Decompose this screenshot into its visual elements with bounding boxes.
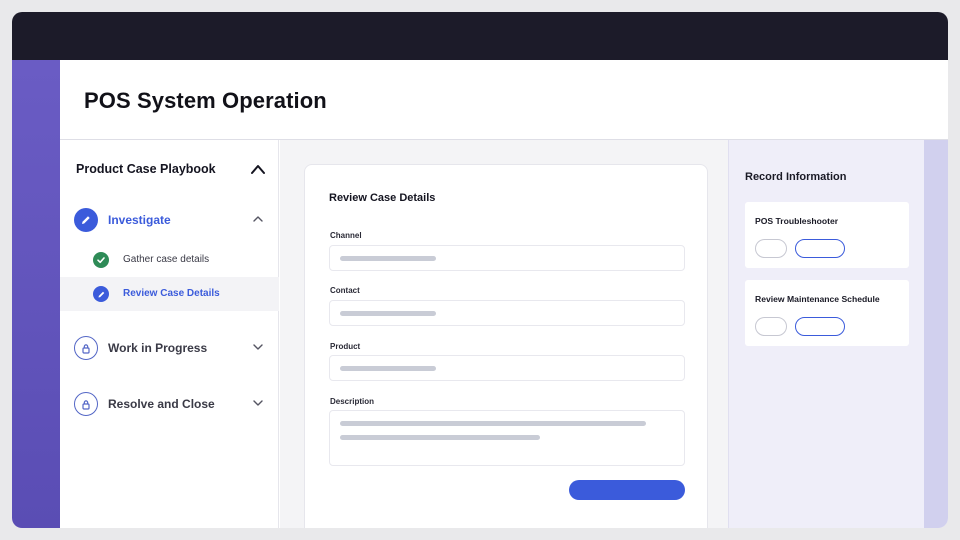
pencil-icon — [74, 208, 98, 232]
playbook-header[interactable]: Product Case Playbook — [76, 160, 266, 180]
primary-pill-button[interactable] — [795, 239, 845, 258]
placeholder-bar — [340, 311, 436, 316]
contact-field[interactable] — [329, 300, 685, 326]
chevron-down-icon[interactable] — [252, 398, 264, 408]
record-card-pos-troubleshooter: POS Troubleshooter — [745, 202, 909, 268]
form-title: Review Case Details — [329, 192, 436, 204]
step-resolve-and-close[interactable]: Resolve and Close — [74, 392, 274, 420]
step-work-in-progress[interactable]: Work in Progress — [74, 336, 274, 364]
main-content: Review Case Details Channel Contact Prod… — [280, 140, 728, 528]
review-case-form: Review Case Details Channel Contact Prod… — [304, 164, 708, 528]
submit-button[interactable] — [569, 480, 685, 500]
check-icon — [93, 252, 109, 268]
playbook-panel: Product Case Playbook Investigate Gather… — [60, 140, 279, 528]
record-card-title: Review Maintenance Schedule — [755, 294, 880, 304]
step-label: Work in Progress — [108, 341, 208, 355]
substep-gather-case-details[interactable]: Gather case details — [60, 243, 279, 277]
substep-review-case-details[interactable]: Review Case Details — [60, 277, 279, 311]
chevron-up-icon[interactable] — [252, 214, 264, 224]
page-header: POS System Operation — [60, 60, 948, 140]
record-card-title: POS Troubleshooter — [755, 216, 839, 226]
placeholder-bar — [340, 435, 540, 440]
pencil-icon — [93, 286, 109, 302]
secondary-pill-button[interactable] — [755, 317, 787, 336]
top-bar — [12, 12, 948, 60]
record-title: Record Information — [745, 171, 847, 183]
substep-label: Gather case details — [123, 254, 210, 265]
left-navigation-strip — [12, 60, 60, 528]
record-card-maintenance-schedule: Review Maintenance Schedule — [745, 280, 909, 346]
lock-icon — [74, 336, 98, 360]
product-field[interactable] — [329, 355, 685, 381]
channel-label: Channel — [330, 231, 362, 240]
description-field[interactable] — [329, 410, 685, 466]
record-information-panel: Record Information POS Troubleshooter Re… — [728, 140, 924, 528]
app-window: POS System Operation Product Case Playbo… — [12, 12, 948, 528]
description-label: Description — [330, 397, 375, 406]
chevron-down-icon[interactable] — [252, 342, 264, 352]
placeholder-bar — [340, 421, 646, 426]
product-label: Product — [330, 342, 361, 351]
contact-label: Contact — [330, 286, 360, 295]
chevron-up-icon[interactable] — [250, 162, 266, 176]
step-label: Investigate — [108, 213, 171, 227]
playbook-title: Product Case Playbook — [76, 162, 216, 176]
channel-field[interactable] — [329, 245, 685, 271]
placeholder-bar — [340, 256, 436, 261]
secondary-pill-button[interactable] — [755, 239, 787, 258]
page-title: POS System Operation — [84, 88, 327, 113]
step-label: Resolve and Close — [108, 397, 215, 411]
lock-icon — [74, 392, 98, 416]
placeholder-bar — [340, 366, 436, 371]
primary-pill-button[interactable] — [795, 317, 845, 336]
right-edge-strip — [924, 140, 948, 528]
substep-label: Review Case Details — [123, 288, 220, 299]
step-investigate[interactable]: Investigate — [74, 208, 274, 236]
